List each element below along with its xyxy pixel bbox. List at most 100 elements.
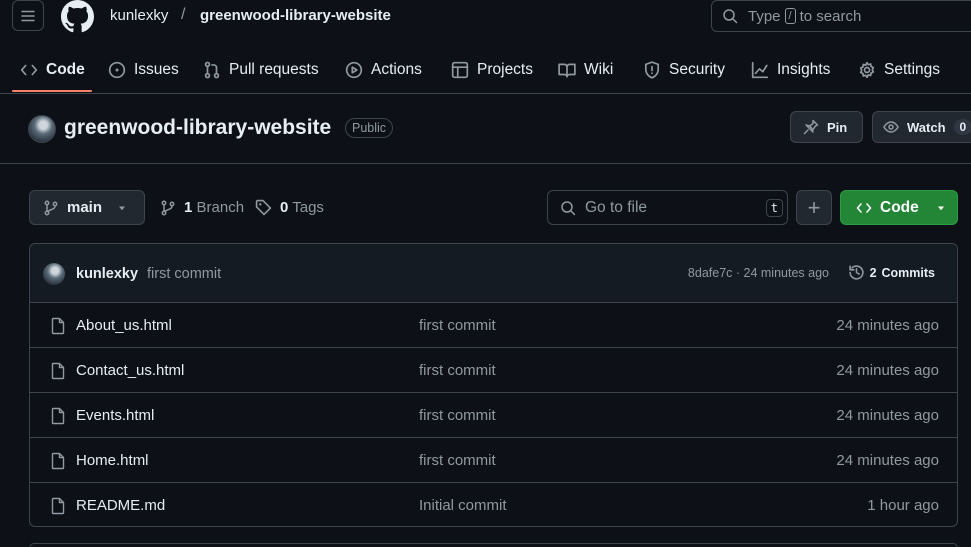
tab-security-label: Security	[669, 60, 725, 78]
tab-settings[interactable]: Settings	[858, 46, 940, 93]
active-tab-indicator	[12, 90, 92, 92]
avatar[interactable]	[43, 263, 65, 285]
tab-wiki[interactable]: Wiki	[558, 46, 613, 93]
tab-issues[interactable]: Issues	[108, 46, 179, 93]
shield-icon	[644, 60, 660, 79]
chevron-down-icon	[937, 206, 944, 210]
table-icon	[451, 61, 469, 78]
branch-selector[interactable]: main	[29, 190, 145, 225]
go-to-file-input[interactable]: Go to file t	[547, 190, 788, 225]
repo-nav: Code Issues Pull requests Actions Projec…	[0, 46, 971, 94]
watch-count: 0	[953, 119, 971, 135]
book-icon	[558, 63, 576, 78]
tab-projects-label: Projects	[477, 60, 533, 78]
commits-label: Commits	[881, 265, 935, 280]
tag-count: 0	[280, 199, 289, 216]
file-commit-message[interactable]: first commit	[419, 362, 496, 379]
table-row[interactable]: Home.html first commit 24 minutes ago	[30, 438, 957, 483]
pin-button[interactable]: Pin	[790, 111, 863, 143]
tab-pull-requests[interactable]: Pull requests	[203, 46, 319, 93]
file-commit-message[interactable]: first commit	[419, 407, 496, 424]
tab-issues-label: Issues	[134, 60, 179, 78]
issue-icon	[108, 61, 126, 78]
file-commit-message[interactable]: first commit	[419, 317, 496, 334]
code-icon	[20, 64, 38, 75]
owner-link[interactable]: kunlexky	[110, 7, 168, 24]
tab-projects[interactable]: Projects	[451, 46, 533, 93]
branch-name: main	[67, 199, 103, 216]
commits-link[interactable]: 2 Commits	[848, 264, 935, 281]
watch-label: Watch	[907, 119, 946, 135]
table-row[interactable]: README.md Initial commit 1 hour ago	[30, 483, 957, 526]
repo-title[interactable]: greenwood-library-website	[64, 116, 331, 140]
eye-icon	[883, 121, 899, 133]
menu-button[interactable]	[12, 0, 44, 31]
plus-icon: +	[807, 194, 821, 220]
file-name[interactable]: Contact_us.html	[76, 362, 184, 379]
table-row[interactable]: Contact_us.html first commit 24 minutes ag…	[30, 348, 957, 393]
tab-wiki-label: Wiki	[584, 60, 614, 78]
latest-commit-bar: kunlexky first commit 8dafe7c · 24 minut…	[30, 244, 957, 303]
branches-link[interactable]: 1 Branch	[160, 199, 244, 216]
watch-button[interactable]: Watch 0	[872, 111, 971, 143]
graph-icon	[751, 61, 769, 78]
tab-code[interactable]: Code	[20, 46, 85, 93]
tab-actions[interactable]: Actions	[345, 46, 422, 93]
tab-insights[interactable]: Insights	[751, 46, 830, 93]
file-commit-time: 1 hour ago	[867, 497, 939, 514]
file-commit-message[interactable]: first commit	[419, 452, 496, 469]
file-name[interactable]: Home.html	[76, 452, 149, 469]
go-to-file-placeholder: Go to file	[585, 198, 648, 216]
tab-settings-label: Settings	[884, 60, 941, 78]
tab-code-label: Code	[46, 60, 85, 78]
search-icon	[723, 9, 738, 24]
pin-label: Pin	[827, 119, 848, 135]
branch-count: 1	[184, 199, 193, 216]
file-commit-message[interactable]: Initial commit	[419, 497, 507, 514]
file-icon	[51, 317, 65, 335]
commit-author[interactable]: kunlexky	[76, 266, 138, 282]
branch-icon	[44, 200, 58, 215]
branch-count-label: Branch	[196, 199, 245, 216]
readme-box	[29, 543, 958, 547]
commit-meta[interactable]: 8dafe7c · 24 minutes ago	[688, 266, 829, 280]
tags-link[interactable]: 0 Tags	[255, 199, 324, 216]
owner-avatar[interactable]	[28, 115, 56, 143]
tab-actions-label: Actions	[371, 60, 422, 78]
tag-count-label: Tags	[292, 199, 324, 216]
commits-count: 2	[869, 265, 877, 280]
search-prefix: Type	[748, 7, 781, 25]
history-icon	[848, 265, 864, 280]
add-file-button[interactable]: +	[796, 190, 832, 225]
file-name[interactable]: About_us.html	[76, 317, 172, 334]
tab-pull-requests-label: Pull requests	[229, 60, 319, 78]
visibility-badge: Public	[345, 118, 394, 138]
repo-link[interactable]: greenwood-library-website	[200, 7, 391, 24]
code-dropdown-button[interactable]: Code	[840, 190, 958, 225]
code-button-label: Code	[880, 198, 919, 216]
table-row[interactable]: About_us.html first commit 24 minutes ago	[30, 303, 957, 348]
hamburger-icon	[21, 10, 35, 21]
file-commit-time: 24 minutes ago	[836, 452, 939, 469]
search-shortcut-key: /	[784, 8, 796, 24]
tab-security[interactable]: Security	[643, 46, 725, 93]
branch-icon	[161, 200, 175, 215]
github-logo-icon[interactable]	[61, 0, 94, 33]
gear-icon	[859, 61, 875, 78]
table-row[interactable]: Events.html first commit 24 minutes ago	[30, 393, 957, 438]
search-input[interactable]: Type / to search	[711, 0, 971, 32]
file-icon	[51, 407, 65, 425]
commit-message[interactable]: first commit	[147, 266, 221, 282]
file-name[interactable]: Events.html	[76, 407, 154, 424]
play-icon	[345, 61, 363, 78]
code-icon	[856, 202, 872, 213]
chevron-down-icon	[119, 206, 126, 210]
divider	[0, 163, 971, 164]
go-to-file-shortcut: t	[765, 199, 783, 217]
file-icon	[51, 497, 65, 515]
file-icon	[51, 362, 65, 380]
breadcrumb-separator: /	[181, 6, 186, 23]
search-icon	[561, 200, 576, 215]
file-name[interactable]: README.md	[76, 497, 165, 514]
file-table: kunlexky first commit 8dafe7c · 24 minut…	[29, 243, 958, 527]
